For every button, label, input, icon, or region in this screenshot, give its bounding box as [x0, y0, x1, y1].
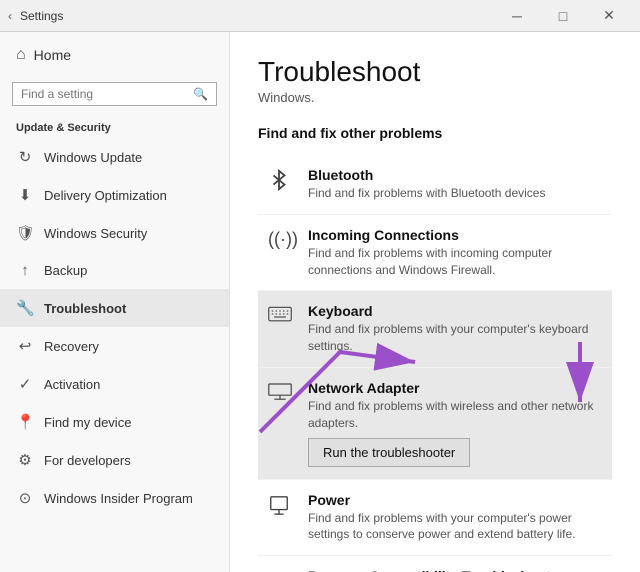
maximize-button[interactable]: □	[540, 0, 586, 32]
sidebar-item-label: Windows Security	[44, 226, 147, 241]
incoming-name: Incoming Connections	[308, 227, 602, 243]
bluetooth-name: Bluetooth	[308, 167, 602, 183]
sidebar-item-label: Windows Insider Program	[44, 491, 193, 506]
sidebar-item-backup[interactable]: ↑ Backup	[0, 252, 229, 289]
delivery-optimization-icon: ⬇	[16, 186, 34, 204]
sidebar-section-title: Update & Security	[0, 114, 229, 138]
keyboard-name: Keyboard	[308, 303, 602, 319]
power-text: Power Find and fix problems with your co…	[308, 492, 602, 544]
power-desc: Find and fix problems with your computer…	[308, 510, 602, 544]
home-label: Home	[34, 47, 71, 63]
sidebar-item-label: Delivery Optimization	[44, 188, 167, 203]
run-troubleshooter-button[interactable]: Run the troubleshooter	[308, 438, 470, 467]
problem-item-network[interactable]: Network Adapter Find and fix problems wi…	[258, 368, 612, 480]
sidebar-item-recovery[interactable]: ↩ Recovery	[0, 327, 229, 365]
sidebar-item-for-developers[interactable]: ⚙ For developers	[0, 441, 229, 479]
content-area: Troubleshoot Windows. Find and fix other…	[230, 32, 640, 572]
troubleshoot-icon: 🔧	[16, 299, 34, 317]
compatibility-name: Program Compatibility Troubleshooter	[308, 568, 602, 572]
sidebar-item-find-my-device[interactable]: 📍 Find my device	[0, 403, 229, 441]
sidebar-item-label: Find my device	[44, 415, 131, 430]
problem-item-compatibility[interactable]: Program Compatibility Troubleshooter Fin…	[258, 556, 612, 572]
sidebar: ⌂ Home 🔍 Update & Security ↻ Windows Upd…	[0, 32, 230, 572]
sidebar-item-windows-insider[interactable]: ⊙ Windows Insider Program	[0, 479, 229, 517]
bluetooth-desc: Find and fix problems with Bluetooth dev…	[308, 185, 602, 202]
home-icon: ⌂	[16, 46, 26, 64]
network-text: Network Adapter Find and fix problems wi…	[308, 380, 602, 467]
developers-icon: ⚙	[16, 451, 34, 469]
find-device-icon: 📍	[16, 413, 34, 431]
sidebar-item-windows-security[interactable]: 🛡 Windows Security	[0, 214, 229, 252]
sidebar-item-delivery-optimization[interactable]: ⬇ Delivery Optimization	[0, 176, 229, 214]
incoming-text: Incoming Connections Find and fix proble…	[308, 227, 602, 279]
windows-update-icon: ↻	[16, 148, 34, 166]
close-button[interactable]: ✕	[586, 0, 632, 32]
sidebar-item-troubleshoot[interactable]: 🔧 Troubleshoot	[0, 289, 229, 327]
sidebar-home[interactable]: ⌂ Home	[0, 32, 229, 78]
sidebar-item-label: Backup	[44, 263, 87, 278]
search-icon: 🔍	[193, 87, 208, 101]
sidebar-item-label: Recovery	[44, 339, 99, 354]
incoming-icon: ((·))	[268, 229, 294, 250]
sidebar-item-label: For developers	[44, 453, 131, 468]
sidebar-item-windows-update[interactable]: ↻ Windows Update	[0, 138, 229, 176]
content-subtitle: Windows.	[258, 90, 612, 105]
power-name: Power	[308, 492, 602, 508]
bluetooth-text: Bluetooth Find and fix problems with Blu…	[308, 167, 602, 202]
keyboard-text: Keyboard Find and fix problems with your…	[308, 303, 602, 355]
sidebar-item-label: Activation	[44, 377, 100, 392]
search-input[interactable]	[21, 87, 187, 101]
activation-icon: ✓	[16, 375, 34, 393]
network-desc: Find and fix problems with wireless and …	[308, 398, 602, 432]
sidebar-item-activation[interactable]: ✓ Activation	[0, 365, 229, 403]
window-controls: ─ □ ✕	[494, 0, 632, 32]
keyboard-icon	[268, 305, 294, 329]
problem-item-incoming[interactable]: ((·)) Incoming Connections Find and fix …	[258, 215, 612, 292]
sidebar-search-box[interactable]: 🔍	[12, 82, 217, 106]
page-title: Troubleshoot	[258, 56, 612, 88]
problem-item-bluetooth[interactable]: Bluetooth Find and fix problems with Blu…	[258, 155, 612, 215]
incoming-desc: Find and fix problems with incoming comp…	[308, 245, 602, 279]
keyboard-desc: Find and fix problems with your computer…	[308, 321, 602, 355]
problem-item-keyboard[interactable]: Keyboard Find and fix problems with your…	[258, 291, 612, 368]
bluetooth-icon	[268, 169, 294, 197]
backup-icon: ↑	[16, 262, 34, 279]
power-icon	[268, 494, 294, 522]
main-layout: ⌂ Home 🔍 Update & Security ↻ Windows Upd…	[0, 32, 640, 572]
windows-security-icon: 🛡	[16, 224, 34, 242]
network-icon	[268, 382, 294, 408]
sidebar-item-label: Windows Update	[44, 150, 142, 165]
insider-icon: ⊙	[16, 489, 34, 507]
titlebar: ‹ Settings ─ □ ✕	[0, 0, 640, 32]
section-heading: Find and fix other problems	[258, 125, 612, 141]
compatibility-text: Program Compatibility Troubleshooter Fin…	[308, 568, 602, 572]
sidebar-item-label: Troubleshoot	[44, 301, 126, 316]
problem-item-power[interactable]: Power Find and fix problems with your co…	[258, 480, 612, 557]
titlebar-title: Settings	[20, 9, 494, 23]
network-name: Network Adapter	[308, 380, 602, 396]
minimize-button[interactable]: ─	[494, 0, 540, 32]
recovery-icon: ↩	[16, 337, 34, 355]
back-button[interactable]: ‹	[8, 9, 12, 23]
